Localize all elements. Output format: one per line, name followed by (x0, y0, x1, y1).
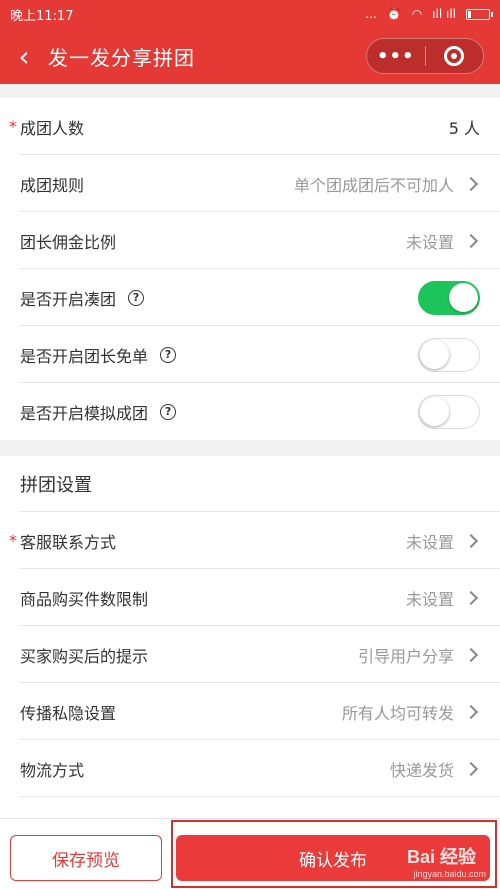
row-enable-leader-free: 是否开启团长免单 ? (0, 326, 500, 383)
toggle-knob (449, 282, 478, 312)
nav-bar: ‹ 发一发分享拼团 ••• (0, 28, 500, 84)
simulated-group-toggle[interactable] (418, 394, 480, 429)
save-preview-button[interactable]: 保存预览 (10, 835, 162, 881)
row-value: 未设置 (405, 232, 454, 252)
row-post-purchase-tip[interactable]: 买家购买后的提示 引导用户分享 (0, 626, 500, 683)
row-label: 成团规则 (20, 175, 85, 195)
row-label: 是否开启模拟成团 (20, 403, 149, 423)
row-label: 买家购买后的提示 (20, 646, 149, 666)
watermark-url: jingyan.baidu.com (413, 869, 486, 879)
row-label: 团长佣金比例 (20, 232, 117, 252)
chevron-right-icon (463, 761, 479, 776)
chevron-right-icon (463, 176, 479, 191)
row-enable-join-group: 是否开启凑团 ? (0, 269, 500, 326)
required-star: * (9, 117, 17, 136)
row-label: 传播私隐设置 (20, 703, 117, 723)
status-time: 晚上11:17 (10, 8, 74, 24)
toggle-knob (420, 396, 449, 426)
row-purchase-limit[interactable]: 商品购买件数限制 未设置 (0, 569, 500, 626)
row-value: 引导用户分享 (357, 646, 454, 666)
help-icon[interactable]: ? (160, 346, 177, 363)
row-label-wrap: 是否开启团长免单 ? (20, 343, 418, 367)
help-icon[interactable]: ? (160, 403, 177, 420)
leader-free-toggle[interactable] (418, 337, 480, 372)
row-label-wrap: 是否开启模拟成团 ? (20, 400, 418, 424)
section-title: 拼团设置 (0, 456, 500, 512)
chevron-right-icon (463, 533, 479, 548)
row-value: 所有人均可转发 (341, 703, 454, 723)
group-options-section: * 成团人数 5 人 成团规则 单个团成团后不可加人 团长佣金比例 未设置 是否… (0, 98, 500, 440)
row-group-rule[interactable]: 成团规则 单个团成团后不可加人 (0, 155, 500, 212)
more-menu-button[interactable]: ••• (367, 46, 425, 67)
row-enable-simulated-group: 是否开启模拟成团 ? (0, 383, 500, 440)
alarm-icon: ⏰ (386, 7, 402, 21)
chevron-right-icon (463, 233, 479, 248)
row-group-size[interactable]: * 成团人数 5 人 (0, 98, 500, 155)
row-label: 是否开启团长免单 (20, 346, 149, 366)
mini-program-capsule: ••• (366, 38, 484, 74)
group-settings-section: 拼团设置 * 客服联系方式 未设置 商品购买件数限制 未设置 买家购买后的提示 … (0, 456, 500, 836)
close-mini-program-button[interactable] (426, 46, 484, 66)
help-icon[interactable]: ? (128, 289, 145, 306)
row-customer-service[interactable]: * 客服联系方式 未设置 (0, 512, 500, 569)
signal-icon: ıll ıll (432, 7, 456, 21)
row-label: 物流方式 (20, 760, 85, 780)
status-bar: 晚上11:17 ... ⏰ ◠ ıll ıll (0, 0, 500, 28)
row-label: 成团人数 (20, 118, 85, 138)
join-group-toggle[interactable] (418, 280, 480, 315)
chevron-right-icon (463, 647, 479, 662)
row-logistics[interactable]: 物流方式 快递发货 (0, 740, 500, 797)
row-value: 单个团成团后不可加人 (293, 175, 454, 195)
row-leader-commission[interactable]: 团长佣金比例 未设置 (0, 212, 500, 269)
chevron-right-icon (463, 590, 479, 605)
watermark-brand: Bai 经验 (406, 847, 476, 867)
back-arrow-icon[interactable]: ‹ (0, 28, 48, 84)
notification-dots-icon: ... (365, 7, 377, 21)
row-value: 未设置 (405, 532, 454, 552)
watermark-logo: Bai 经验 jingyan.baidu.com (406, 843, 486, 879)
row-value: 未设置 (405, 589, 454, 609)
row-label: 商品购买件数限制 (20, 589, 149, 609)
status-icons: ... ⏰ ◠ ıll ıll (365, 7, 493, 21)
row-value: 快递发货 (389, 760, 454, 780)
row-label-wrap: 是否开启凑团 ? (20, 286, 418, 310)
row-label: 是否开启凑团 (20, 289, 117, 309)
chevron-right-icon (463, 704, 479, 719)
battery-icon (466, 8, 493, 20)
row-label: 客服联系方式 (20, 532, 117, 552)
row-value: 5 人 (448, 118, 480, 138)
toggle-knob (420, 339, 449, 369)
wifi-icon: ◠ (411, 7, 423, 21)
row-privacy-setting[interactable]: 传播私隐设置 所有人均可转发 (0, 683, 500, 740)
target-icon (444, 46, 465, 66)
required-star: * (9, 531, 17, 550)
